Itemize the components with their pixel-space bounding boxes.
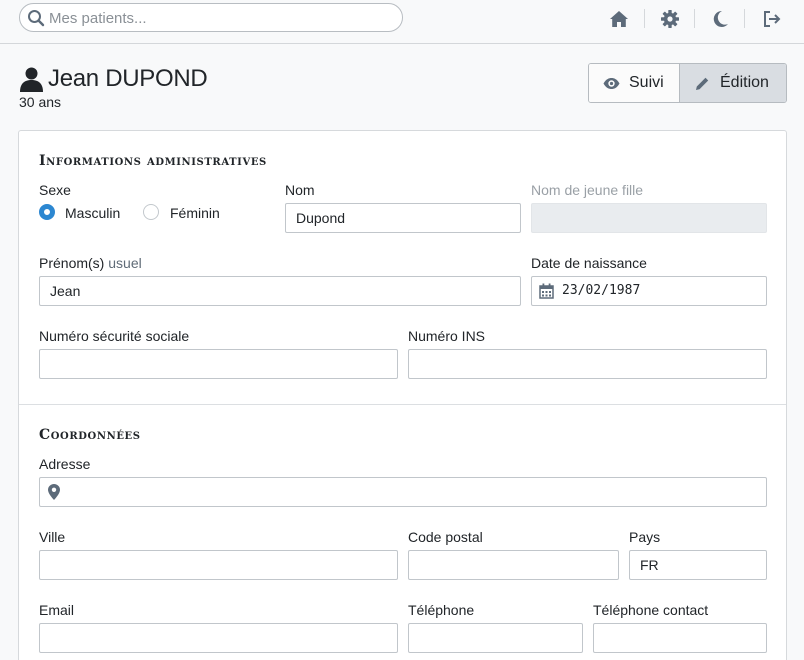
prenom-label-text: Prénom(s) (39, 255, 105, 271)
telephone-field[interactable] (408, 623, 583, 653)
patient-icon (20, 67, 43, 92)
naissance-label: Date de naissance (531, 255, 647, 271)
home-icon[interactable] (609, 9, 629, 29)
adresse-label: Adresse (39, 456, 91, 472)
nav-separator (744, 9, 745, 28)
code-postal-label: Code postal (408, 529, 483, 545)
nom-label: Nom (285, 182, 315, 198)
pays-label: Pays (629, 529, 661, 545)
moon-icon[interactable] (710, 9, 730, 29)
nav-separator (694, 9, 695, 28)
suivi-button[interactable]: Suivi (589, 64, 680, 102)
logout-icon[interactable] (762, 9, 782, 29)
nss-label: Numéro sécurité sociale (39, 328, 190, 344)
nom-jeune-fille-field (531, 203, 767, 233)
eye-icon (603, 78, 620, 89)
naissance-field[interactable]: 23/02/1987 (531, 276, 767, 306)
sexe-label: Sexe (39, 182, 71, 198)
adresse-field[interactable] (39, 477, 767, 507)
nom-field[interactable]: Dupond (285, 203, 521, 233)
nav-separator (644, 9, 645, 28)
top-navbar (0, 0, 804, 44)
telephone-contact-field[interactable] (593, 623, 767, 653)
calendar-icon (539, 283, 554, 299)
edition-label: Édition (720, 74, 769, 91)
admin-section-title: Informations administratives (39, 153, 267, 169)
suivi-label: Suivi (629, 74, 664, 91)
map-marker-icon (48, 484, 60, 500)
ville-label: Ville (39, 529, 66, 545)
search-icon (28, 10, 45, 27)
code-postal-field[interactable] (408, 550, 619, 580)
telephone-label: Téléphone (408, 602, 475, 618)
patient-name: Jean DUPOND (48, 65, 208, 92)
ins-label: Numéro INS (408, 328, 486, 344)
patient-search[interactable] (19, 3, 403, 32)
coordonnees-section-title: Coordonnées (39, 427, 141, 443)
masculin-option-label[interactable]: Masculin (65, 205, 120, 221)
gear-icon[interactable] (660, 9, 680, 29)
patient-form-card: Informations administratives Sexe Mascul… (18, 130, 787, 660)
prenom-label: Prénom(s) usuel (39, 255, 142, 271)
email-label: Email (39, 602, 75, 618)
patient-age: 30 ans (19, 94, 62, 110)
section-divider (19, 404, 786, 405)
telephone-contact-label: Téléphone contact (593, 602, 709, 618)
pencil-icon (696, 77, 709, 90)
masculin-radio[interactable] (39, 204, 55, 220)
email-field[interactable] (39, 623, 398, 653)
nss-field[interactable] (39, 349, 398, 379)
mode-toggle: Suivi Édition (588, 63, 787, 103)
prenom-field[interactable]: Jean (39, 276, 521, 306)
edition-button[interactable]: Édition (680, 64, 786, 102)
pays-field[interactable]: FR (629, 550, 767, 580)
search-input[interactable] (49, 7, 389, 29)
ins-field[interactable] (408, 349, 767, 379)
ville-field[interactable] (39, 550, 398, 580)
nom-jeune-fille-label: Nom de jeune fille (531, 182, 644, 198)
feminin-radio[interactable] (143, 204, 159, 220)
feminin-option-label[interactable]: Féminin (170, 205, 220, 221)
prenom-sublabel: usuel (108, 255, 142, 271)
naissance-value: 23/02/1987 (562, 283, 641, 298)
